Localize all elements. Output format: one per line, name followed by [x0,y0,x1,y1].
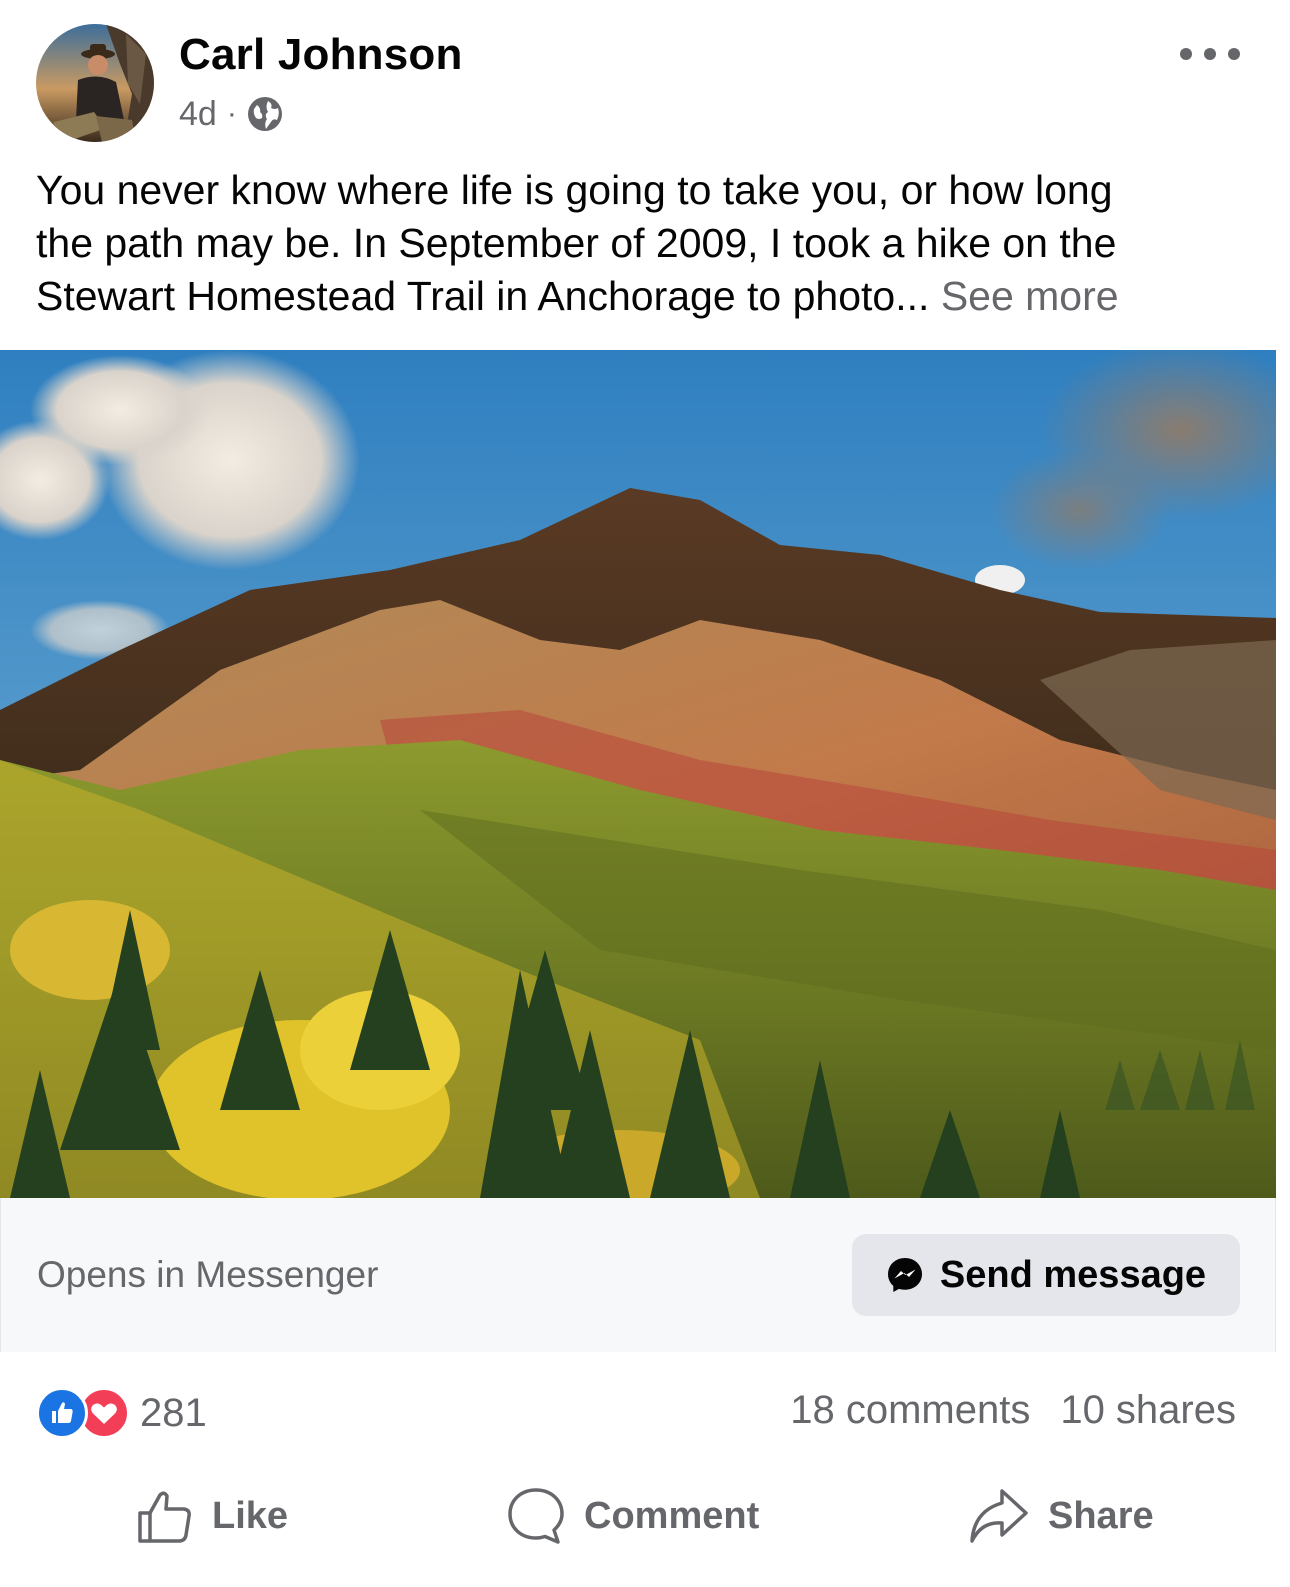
shares-count[interactable]: 10 shares [1060,1388,1236,1433]
share-button[interactable]: Share [968,1484,1154,1548]
author-name[interactable]: Carl Johnson [179,30,463,80]
like-button[interactable]: Like [136,1484,288,1548]
post-header: Carl Johnson 4d · [0,0,1290,160]
engagement-counts: 18 comments 10 shares [790,1388,1236,1433]
reactions-summary[interactable]: 281 [36,1387,207,1439]
thumbs-up-icon [138,1491,191,1543]
share-label: Share [1048,1494,1154,1537]
more-options-icon[interactable] [1180,34,1240,74]
caption-line: Stewart Homestead Trail in Anchorage to … [36,270,1251,323]
meta-separator: · [226,97,237,130]
author-avatar[interactable] [36,24,154,142]
comment-bubble-icon [508,1488,564,1544]
send-message-label: Send message [939,1253,1207,1296]
messenger-icon [887,1258,922,1292]
messenger-cta-bar: Opens in Messenger Send message [0,1198,1276,1352]
post-time[interactable]: 4d [179,95,217,134]
see-more-link[interactable]: See more [941,273,1119,319]
post-photo[interactable] [0,350,1276,1198]
post-actions: Like Comment Share [0,1462,1290,1572]
like-reaction-icon [36,1387,88,1439]
opens-in-messenger-label: Opens in Messenger [37,1254,379,1295]
reaction-count: 281 [140,1390,207,1435]
caption-line: You never know where life is going to ta… [36,167,1113,213]
post-stats: 281 18 comments 10 shares [0,1352,1290,1462]
comment-button[interactable]: Comment [506,1484,759,1548]
comments-count[interactable]: 18 comments [790,1388,1030,1433]
post-caption: You never know where life is going to ta… [36,164,1251,323]
post-meta: 4d · [179,92,283,136]
send-message-button[interactable]: Send message [852,1234,1240,1316]
caption-line: the path may be. In September of 2009, I… [36,220,1117,266]
comment-label: Comment [584,1494,760,1537]
share-arrow-icon [970,1489,1028,1543]
globe-icon[interactable] [247,96,283,132]
like-label: Like [212,1494,289,1537]
caption-text: Stewart Homestead Trail in Anchorage to … [36,273,930,319]
